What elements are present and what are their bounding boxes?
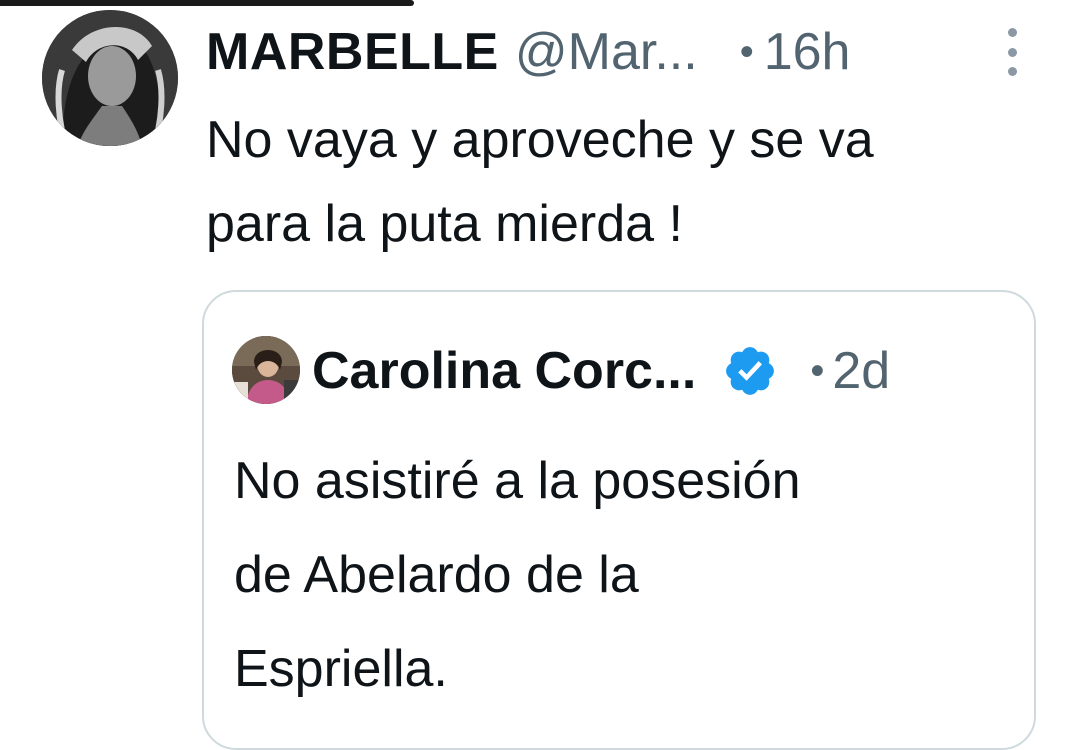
more-vertical-icon[interactable] xyxy=(1000,28,1024,76)
tweet-text-line: No vaya y aproveche y se va xyxy=(206,111,874,169)
quoted-text-line: Espriella. xyxy=(234,640,448,698)
more-dot xyxy=(1007,28,1017,37)
quoted-author-display-name[interactable]: Carolina Corc... xyxy=(312,341,696,401)
author-handle[interactable]: @Mar... xyxy=(515,22,698,82)
top-progress-bar xyxy=(0,0,414,6)
author-avatar-image xyxy=(42,10,178,146)
tweet-header: MARBELLE @Mar... • 16h xyxy=(206,20,850,84)
quoted-tweet-text: No asistiré a la posesión de Abelardo de… xyxy=(234,434,1014,716)
more-dot xyxy=(1007,67,1017,76)
verified-badge-icon xyxy=(722,343,778,399)
quoted-tweet-header: Carolina Corc... • 2d xyxy=(312,340,890,402)
quoted-header-separator: • xyxy=(810,348,825,393)
tweet-text-line: para la puta mierda ! xyxy=(206,195,683,253)
author-avatar[interactable] xyxy=(42,10,178,146)
author-display-name[interactable]: MARBELLE xyxy=(206,22,499,82)
tweet-text: No vaya y aproveche y se va para la puta… xyxy=(206,98,1066,266)
quoted-author-avatar-image xyxy=(232,336,300,404)
quoted-text-line: No asistiré a la posesión xyxy=(234,452,801,510)
quoted-author-avatar[interactable] xyxy=(232,336,300,404)
quoted-tweet-timestamp[interactable]: 2d xyxy=(832,341,890,401)
more-dot xyxy=(1007,47,1017,57)
header-separator: • xyxy=(739,29,754,74)
tweet-timestamp[interactable]: 16h xyxy=(764,22,851,82)
quoted-tweet-card[interactable]: Carolina Corc... • 2d No asistiré a la p… xyxy=(202,290,1036,750)
quoted-text-line: de Abelardo de la xyxy=(234,546,639,604)
